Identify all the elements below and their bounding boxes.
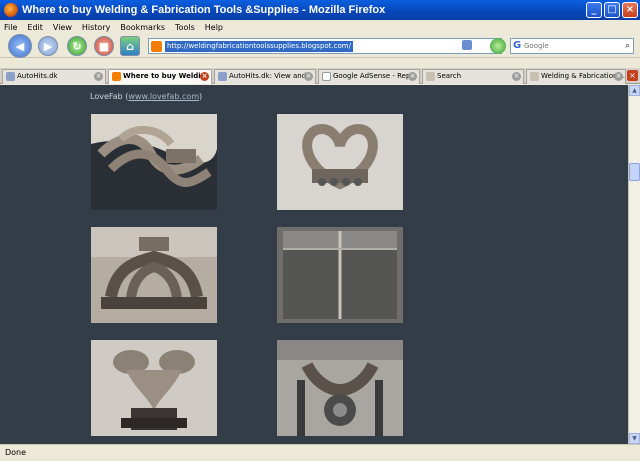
window-title: Where to buy Welding & Fabrication Tools… bbox=[22, 4, 386, 16]
source-link[interactable]: www.lovefab.com bbox=[128, 92, 199, 101]
tab-close-icon[interactable]: × bbox=[512, 72, 521, 81]
photo-heart-manifold[interactable] bbox=[277, 114, 403, 210]
tab-bar: AutoHits.dk × Where to buy Weldi... × Au… bbox=[0, 68, 640, 84]
tab-close-icon[interactable]: × bbox=[614, 72, 623, 81]
status-bar: Done bbox=[0, 444, 640, 461]
menu-edit[interactable]: Edit bbox=[27, 23, 43, 32]
tab-favicon-icon bbox=[112, 72, 121, 81]
weld-plate-image bbox=[277, 227, 403, 323]
url-text[interactable]: http://weldingfabricationtoolssupplies.b… bbox=[165, 41, 353, 52]
tab-autohits[interactable]: AutoHits.dk × bbox=[2, 69, 106, 84]
tab-favicon-icon bbox=[218, 72, 227, 81]
close-tab-button[interactable]: × bbox=[627, 70, 638, 81]
forward-button[interactable]: ▶ bbox=[38, 36, 58, 56]
photo-welded-plate[interactable] bbox=[277, 227, 403, 323]
tab-label: Where to buy Weldi... bbox=[123, 72, 209, 80]
rss-feed-icon[interactable] bbox=[462, 40, 472, 50]
photo-header-on-cloth[interactable] bbox=[91, 114, 217, 210]
tab-close-icon[interactable]: × bbox=[94, 72, 103, 81]
tab-google-adsense[interactable]: Google AdSense - Rep... × bbox=[318, 69, 420, 84]
manifold-image bbox=[91, 340, 217, 436]
blogger-favicon-icon bbox=[151, 41, 162, 52]
tab-search[interactable]: Search × bbox=[422, 69, 524, 84]
scroll-thumb[interactable] bbox=[629, 163, 640, 181]
tab-autohits-view[interactable]: AutoHits.dk: View and... × bbox=[214, 69, 316, 84]
tab-favicon-icon bbox=[322, 72, 331, 81]
reload-button[interactable]: ↻ bbox=[67, 36, 87, 56]
tab-label: Google AdSense - Rep... bbox=[333, 72, 418, 80]
menu-view[interactable]: View bbox=[53, 23, 72, 32]
tab-close-icon[interactable]: × bbox=[408, 72, 417, 81]
minimize-button[interactable]: _ bbox=[586, 2, 602, 18]
photo-manifold-turbo[interactable] bbox=[277, 340, 403, 436]
tab-close-icon[interactable]: × bbox=[200, 72, 209, 81]
vertical-scrollbar[interactable]: ▲ ▼ bbox=[628, 85, 640, 444]
tab-label: AutoHits.dk: View and... bbox=[229, 72, 313, 80]
menu-history[interactable]: History bbox=[82, 23, 110, 32]
search-icon[interactable]: ⌕ bbox=[625, 41, 630, 51]
maximize-button[interactable]: □ bbox=[604, 2, 620, 18]
photo-manifold-collector[interactable] bbox=[91, 340, 217, 436]
title-bar: Where to buy Welding & Fabrication Tools… bbox=[0, 0, 640, 20]
firefox-icon bbox=[4, 3, 18, 17]
source-name: LoveFab bbox=[90, 92, 123, 101]
menu-bookmarks[interactable]: Bookmarks bbox=[120, 23, 165, 32]
home-button[interactable]: ⌂ bbox=[120, 36, 140, 56]
back-button[interactable]: ◀ bbox=[8, 34, 32, 58]
search-input[interactable] bbox=[524, 40, 618, 52]
tab-favicon-icon bbox=[530, 72, 539, 81]
photo-credit: LoveFab (www.lovefab.com) bbox=[90, 92, 203, 101]
page-content: LoveFab (www.lovefab.com) bbox=[0, 85, 628, 444]
tab-favicon-icon bbox=[6, 72, 15, 81]
close-button[interactable]: × bbox=[622, 2, 638, 18]
manifold-image bbox=[91, 114, 217, 210]
tab-where-to-buy[interactable]: Where to buy Weldi... × bbox=[108, 69, 212, 84]
go-button-icon[interactable] bbox=[490, 38, 506, 54]
tab-close-icon[interactable]: × bbox=[304, 72, 313, 81]
tab-favicon-icon bbox=[426, 72, 435, 81]
tab-label: Search bbox=[437, 72, 462, 80]
stop-button[interactable]: ■ bbox=[94, 36, 114, 56]
menu-tools[interactable]: Tools bbox=[175, 23, 195, 32]
manifold-image bbox=[91, 227, 217, 323]
manifold-image bbox=[277, 114, 403, 210]
google-search-engine-icon[interactable]: G bbox=[513, 40, 521, 51]
scroll-up-icon[interactable]: ▲ bbox=[629, 85, 640, 96]
tab-label: AutoHits.dk bbox=[17, 72, 58, 80]
manifold-image bbox=[277, 340, 403, 436]
scroll-down-icon[interactable]: ▼ bbox=[629, 433, 640, 444]
tab-welding-fabrication[interactable]: Welding & Fabrication ... × bbox=[526, 69, 626, 84]
menu-help[interactable]: Help bbox=[205, 23, 223, 32]
url-bar[interactable]: http://weldingfabricationtoolssupplies.b… bbox=[148, 38, 502, 54]
status-text: Done bbox=[5, 448, 27, 457]
menu-file[interactable]: File bbox=[4, 23, 17, 32]
photo-turbo-manifold[interactable] bbox=[91, 227, 217, 323]
search-box[interactable]: G ⌕ bbox=[510, 38, 634, 54]
menu-bar: File Edit View History Bookmarks Tools H… bbox=[0, 20, 640, 34]
